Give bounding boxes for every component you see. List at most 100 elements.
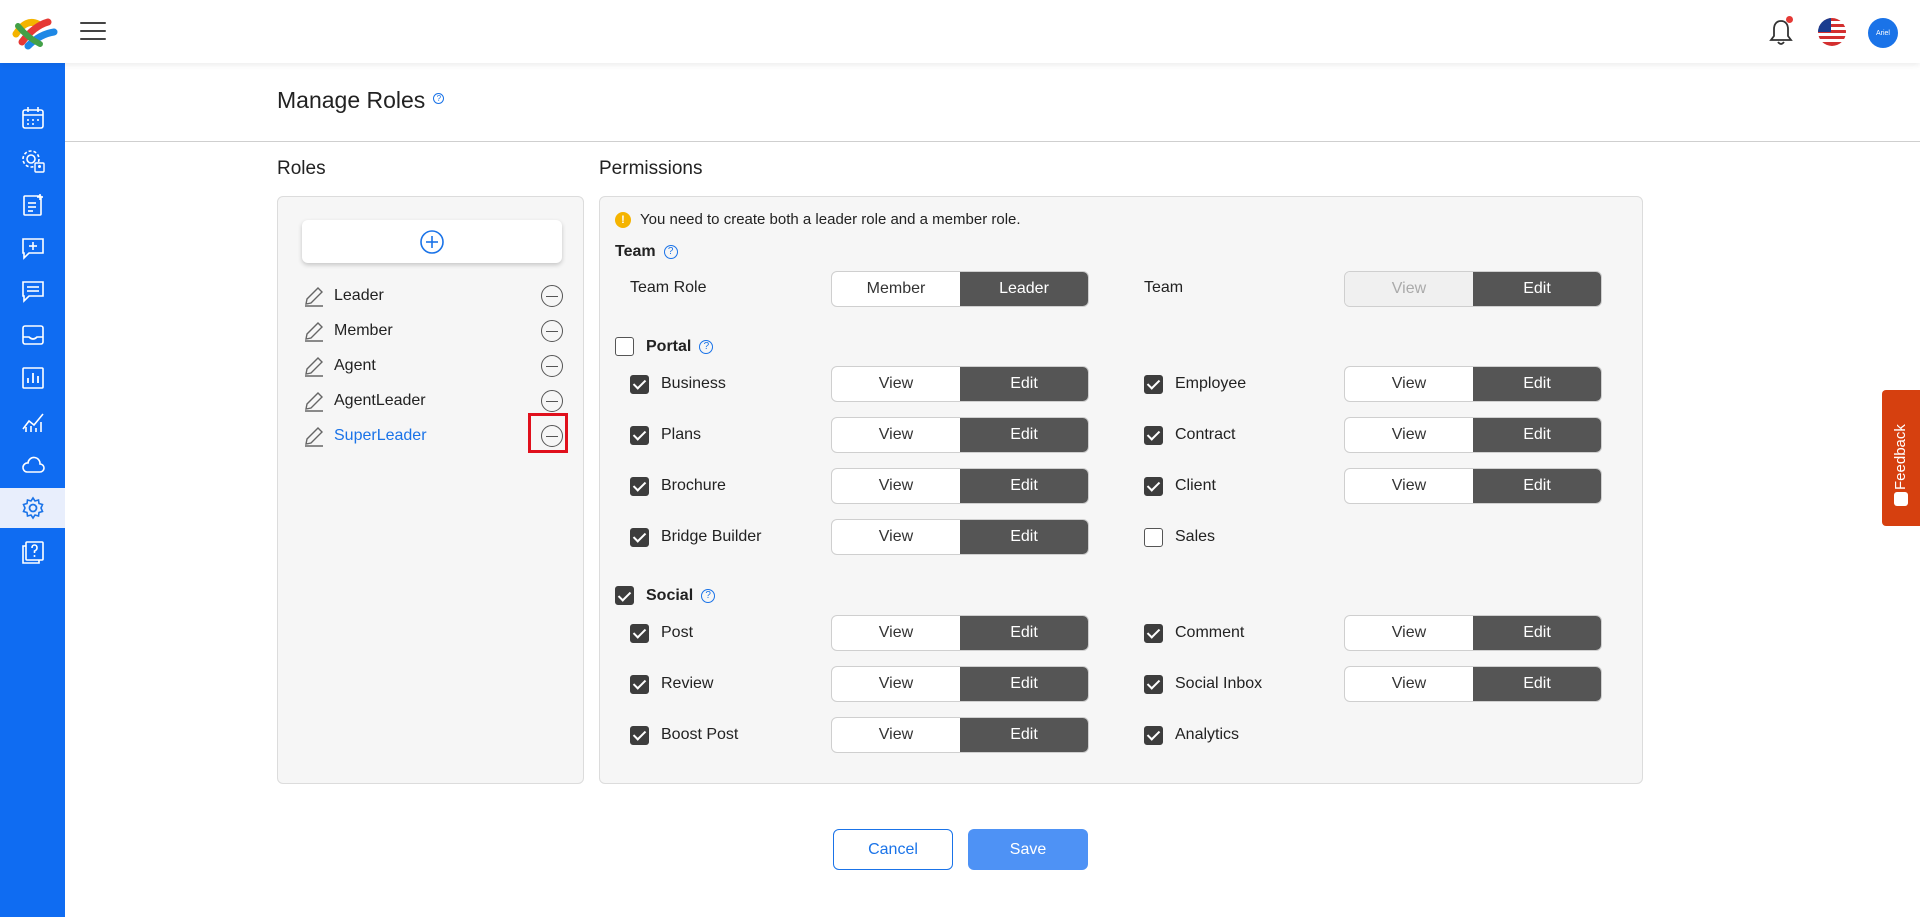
role-name[interactable]: Agent (334, 357, 541, 375)
edit-pencil-icon[interactable] (303, 425, 325, 447)
add-note-icon (22, 194, 43, 216)
business-checkbox[interactable] (630, 374, 649, 394)
cancel-button[interactable]: Cancel (833, 829, 953, 870)
bridge-builder-checkbox[interactable] (630, 527, 649, 547)
role-name[interactable]: AgentLeader (334, 392, 541, 410)
remove-role-icon[interactable] (541, 390, 563, 412)
edit-option[interactable]: Edit (1473, 418, 1601, 452)
view-option[interactable]: View (832, 718, 960, 752)
view-option[interactable]: View (1345, 616, 1473, 650)
edit-option[interactable]: Edit (960, 667, 1088, 701)
role-item[interactable]: Leader (303, 283, 563, 309)
remove-role-icon[interactable] (541, 285, 563, 307)
sidebar-item-reports[interactable] (0, 358, 65, 398)
feedback-tab[interactable]: Feedback (1882, 390, 1920, 526)
team-role-leader-option[interactable]: Leader (960, 272, 1088, 306)
sidebar-item-settings[interactable] (0, 488, 65, 528)
edit-pencil-icon[interactable] (303, 320, 325, 342)
analytics-checkbox[interactable] (1144, 725, 1163, 745)
sidebar-item-user-settings[interactable] (0, 141, 65, 181)
plus-circle-icon (420, 229, 444, 254)
edit-option[interactable]: Edit (960, 367, 1088, 401)
edit-option[interactable]: Edit (960, 469, 1088, 503)
role-name[interactable]: Member (334, 322, 541, 340)
view-option[interactable]: View (1345, 418, 1473, 452)
role-item[interactable]: AgentLeader (303, 388, 563, 414)
role-item[interactable]: Member (303, 318, 563, 344)
help-icon[interactable]: ? (699, 339, 714, 354)
client-checkbox[interactable] (1144, 476, 1163, 496)
sidebar-item-help[interactable] (0, 532, 65, 572)
client-toggle: View Edit (1344, 468, 1602, 504)
perm-label: Business (661, 375, 726, 392)
view-option[interactable]: View (1345, 367, 1473, 401)
edit-pencil-icon[interactable] (303, 355, 325, 377)
sales-checkbox[interactable] (1144, 527, 1163, 547)
app-logo[interactable] (12, 12, 58, 52)
view-option[interactable]: View (832, 367, 960, 401)
sidebar-item-inbox[interactable] (0, 315, 65, 355)
edit-pencil-icon[interactable] (303, 390, 325, 412)
edit-option[interactable]: Edit (1473, 667, 1601, 701)
view-option[interactable]: View (1345, 667, 1473, 701)
role-name[interactable]: Leader (334, 287, 541, 305)
chat-lines-icon (21, 281, 44, 303)
sidebar-item-cloud[interactable] (0, 445, 65, 485)
sidebar-item-calendar[interactable] (0, 98, 65, 138)
menu-toggle-icon[interactable] (80, 22, 106, 42)
view-option[interactable]: View (1345, 469, 1473, 503)
edit-option[interactable]: Edit (1473, 469, 1601, 503)
team-role-member-option[interactable]: Member (832, 272, 960, 306)
brochure-checkbox[interactable] (630, 476, 649, 496)
edit-option[interactable]: Edit (960, 718, 1088, 752)
edit-pencil-icon[interactable] (303, 285, 325, 307)
review-checkbox[interactable] (630, 674, 649, 694)
employee-checkbox[interactable] (1144, 374, 1163, 394)
role-item[interactable]: Agent (303, 353, 563, 379)
bridge-builder-toggle: View Edit (831, 519, 1089, 555)
team-edit-option[interactable]: Edit (1473, 272, 1601, 306)
sidebar-item-analytics[interactable] (0, 402, 65, 442)
team-toggle: View Edit (1344, 271, 1602, 307)
edit-option[interactable]: Edit (960, 520, 1088, 554)
edit-option[interactable]: Edit (960, 616, 1088, 650)
perm-post: Post (630, 621, 693, 645)
remove-role-icon[interactable] (541, 320, 563, 342)
user-avatar[interactable]: Ariel (1868, 18, 1898, 48)
view-option[interactable]: View (832, 469, 960, 503)
notification-bell-icon[interactable] (1768, 16, 1794, 46)
role-name[interactable]: SuperLeader (334, 427, 541, 445)
sidebar-item-messages-add[interactable] (0, 228, 65, 268)
help-icon[interactable]: ? (663, 245, 678, 259)
help-icon[interactable]: ? (701, 588, 716, 603)
social-inbox-checkbox[interactable] (1144, 674, 1163, 694)
portal-checkbox[interactable] (615, 337, 634, 356)
view-option[interactable]: View (832, 667, 960, 701)
perm-label: Review (661, 675, 714, 692)
edit-option[interactable]: Edit (1473, 367, 1601, 401)
contract-checkbox[interactable] (1144, 425, 1163, 445)
sidebar-item-chat[interactable] (0, 271, 65, 311)
analytics-icon (21, 413, 44, 432)
view-option[interactable]: View (832, 418, 960, 452)
notice: ! You need to create both a leader role … (615, 211, 1021, 228)
edit-option[interactable]: Edit (960, 418, 1088, 452)
remove-role-icon[interactable] (541, 355, 563, 377)
boost-post-checkbox[interactable] (630, 725, 649, 745)
sidebar-item-notes[interactable] (0, 185, 65, 225)
sidebar (0, 63, 65, 917)
social-checkbox[interactable] (615, 586, 634, 605)
edit-option[interactable]: Edit (1473, 616, 1601, 650)
view-option[interactable]: View (832, 520, 960, 554)
view-option[interactable]: View (832, 616, 960, 650)
feedback-icon (1894, 492, 1908, 506)
post-checkbox[interactable] (630, 623, 649, 643)
save-button[interactable]: Save (968, 829, 1088, 870)
us-flag-icon[interactable] (1818, 18, 1846, 46)
plans-checkbox[interactable] (630, 425, 649, 445)
comment-checkbox[interactable] (1144, 623, 1163, 643)
add-role-button[interactable] (302, 220, 562, 263)
help-icon[interactable]: ? (433, 93, 445, 105)
team-view-option[interactable]: View (1345, 272, 1473, 306)
role-item-selected[interactable]: SuperLeader (303, 423, 563, 449)
